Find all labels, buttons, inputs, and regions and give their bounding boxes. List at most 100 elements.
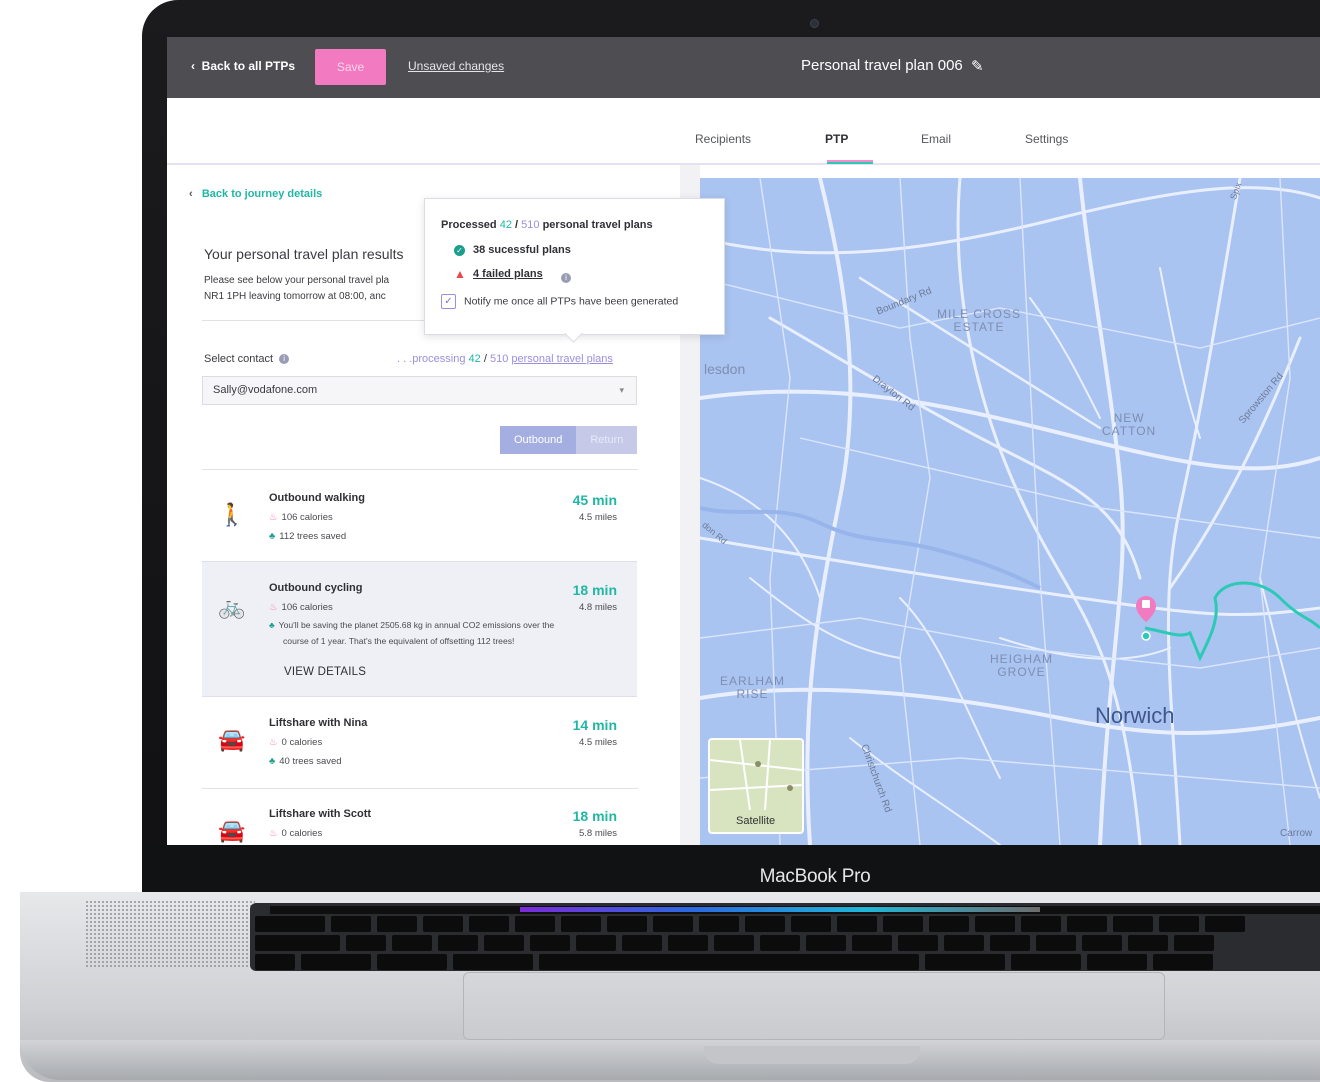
back-to-all-ptps-link[interactable]: ‹ Back to all PTPs [191, 59, 295, 73]
journey-time: 18 min [572, 808, 617, 824]
failed-info: i [555, 269, 571, 287]
view-details-link[interactable]: VIEW DETAILS [284, 666, 366, 678]
page-title: Personal travel plan 006 [801, 57, 963, 74]
save-button[interactable]: Save [315, 49, 386, 85]
journey-trees: ♣ You'll be saving the planet 2505.68 kg … [269, 620, 554, 630]
journey-distance: 4.5 miles [578, 512, 617, 523]
processing-popup: Processed 42 / 510 personal travel plans… [424, 198, 725, 335]
notify-checkbox-row[interactable]: ✓ Notify me once all PTPs have been gener… [441, 294, 678, 309]
checkbox-checked-icon[interactable]: ✓ [441, 294, 456, 309]
contact-select-value: Sally@vodafone.com [213, 384, 318, 396]
processing-total-count: 510 [489, 353, 509, 365]
key-row [255, 935, 1214, 951]
trackpad [463, 972, 1165, 1040]
journey-title: Liftshare with Nina [269, 717, 368, 729]
key-row [255, 954, 1213, 970]
top-bar: ‹ Back to all PTPs Save Unsaved changes … [167, 37, 1320, 98]
journey-calories: ♨ 0 calories [269, 737, 322, 748]
map-city-label: Norwich [1095, 703, 1175, 728]
unsaved-changes-link[interactable]: Unsaved changes [408, 59, 504, 73]
calories-text: 106 calories [281, 512, 333, 523]
direction-toggle: Outbound Return [500, 426, 638, 454]
processing-status: . . .processing 42 / 510 personal travel… [397, 353, 613, 365]
processing-done-count: 42 [468, 353, 481, 365]
map-label: NEW CATTON [1102, 412, 1156, 438]
journey-option-liftshare[interactable]: 🚘 Liftshare with Nina ♨ 0 calories ♣ 40 tr… [202, 697, 637, 787]
key-row [255, 916, 1245, 932]
warning-icon: ▲ [454, 267, 466, 281]
failed-plans-link[interactable]: 4 failed plans [473, 268, 543, 280]
map-label: lesdon [704, 361, 746, 377]
popup-total-count: 510 [521, 219, 540, 231]
tab-recipients[interactable]: Recipients [695, 132, 751, 146]
map-label: RISE [736, 687, 769, 701]
popup-heading: Processed 42 / 510 personal travel plans [441, 219, 653, 231]
select-contact-text: Select contact [204, 353, 274, 365]
flame-icon: ♨ [269, 828, 278, 839]
touch-bar-strip [520, 907, 1040, 912]
map-label: ESTATE [953, 320, 1005, 334]
select-contact-label: Select contact i [204, 353, 290, 365]
journey-calories: ♨ 106 calories [269, 512, 333, 523]
journey-trees-continued: course of 1 year. That's the equivalent … [283, 636, 515, 646]
map-label: CATTON [1102, 424, 1157, 438]
processing-prefix: . . .processing [397, 353, 466, 365]
toggle-return[interactable]: Return [576, 426, 638, 454]
journey-option-liftshare[interactable]: 🚘 Liftshare with Scott ♨ 0 calories 18 mi… [202, 788, 637, 845]
tree-icon: ♣ [269, 531, 276, 542]
contact-select[interactable]: Sally@vodafone.com ▾ [202, 376, 637, 405]
map-label: EARLHAM RISE [720, 675, 785, 701]
journey-time: 18 min [572, 582, 617, 598]
car-icon: 🚘 [218, 727, 246, 752]
trees-text: You'll be saving the planet 2505.68 kg i… [278, 620, 555, 630]
divider-line [202, 469, 638, 470]
results-description: Please see below your personal travel pl… [204, 273, 444, 305]
satellite-label: Satellite [736, 815, 776, 827]
back-link-label: Back to all PTPs [201, 59, 296, 73]
pencil-icon[interactable]: ✎ [971, 57, 984, 75]
journey-distance: 4.8 miles [578, 602, 617, 613]
journey-time: 14 min [572, 717, 617, 733]
satellite-toggle[interactable]: Satellite [708, 738, 804, 834]
processing-suffix[interactable]: personal travel plans [511, 353, 613, 365]
journey-option-walking[interactable]: 🚶 Outbound walking ♨ 106 calories ♣ 112 tr… [202, 472, 637, 560]
cycling-icon: 🚲 [218, 594, 246, 619]
back-to-journey-details-link[interactable]: ‹ Back to journey details [189, 188, 322, 200]
toggle-outbound[interactable]: Outbound [500, 426, 577, 454]
chevron-left-icon: ‹ [189, 188, 193, 200]
map-label: HEIGHAM GROVE [990, 653, 1053, 679]
walking-icon: 🚶 [218, 502, 246, 527]
journey-trees: ♣ 40 trees saved [269, 756, 342, 767]
speaker-grille-left [85, 900, 255, 968]
info-icon[interactable]: i [279, 354, 290, 365]
popup-heading-prefix: Processed [441, 219, 497, 231]
lid-notch [704, 1046, 920, 1064]
journey-calories: ♨ 106 calories [269, 602, 333, 613]
results-description-line: NR1 1PH leaving tomorrow at 08:00, anc [204, 291, 386, 302]
laptop-base-edge [20, 1040, 1320, 1080]
processing-separator: / [483, 353, 487, 365]
successful-plans-count: 38 sucessful plans [473, 244, 571, 256]
calories-text: 0 calories [281, 828, 323, 839]
journey-title: Outbound walking [269, 492, 365, 504]
calories-text: 0 calories [281, 737, 323, 748]
device-brand-label: MacBook Pro [759, 866, 871, 887]
tab-ptp[interactable]: PTP [825, 132, 848, 146]
journey-distance: 4.5 miles [578, 737, 617, 748]
popup-separator: / [515, 219, 519, 231]
trees-text: 112 trees saved [279, 531, 347, 542]
check-circle-icon: ✓ [454, 245, 465, 256]
journey-option-cycling[interactable]: 🚲 Outbound cycling ♨ 106 calories ♣ You'll… [202, 561, 637, 697]
info-icon[interactable]: i [561, 272, 571, 283]
calories-text: 106 calories [281, 602, 333, 613]
tab-settings[interactable]: Settings [1025, 132, 1068, 146]
satellite-preview [709, 739, 803, 811]
popup-heading-suffix: personal travel plans [542, 219, 653, 231]
journey-title: Outbound cycling [269, 582, 363, 594]
map-label: MILE CROSS ESTATE [937, 308, 1021, 334]
journey-title: Liftshare with Scott [269, 808, 372, 820]
journey-time: 45 min [572, 492, 617, 508]
chevron-left-icon: ‹ [191, 59, 195, 73]
tab-email[interactable]: Email [921, 132, 951, 146]
results-description-line: Please see below your personal travel pl… [204, 275, 390, 286]
